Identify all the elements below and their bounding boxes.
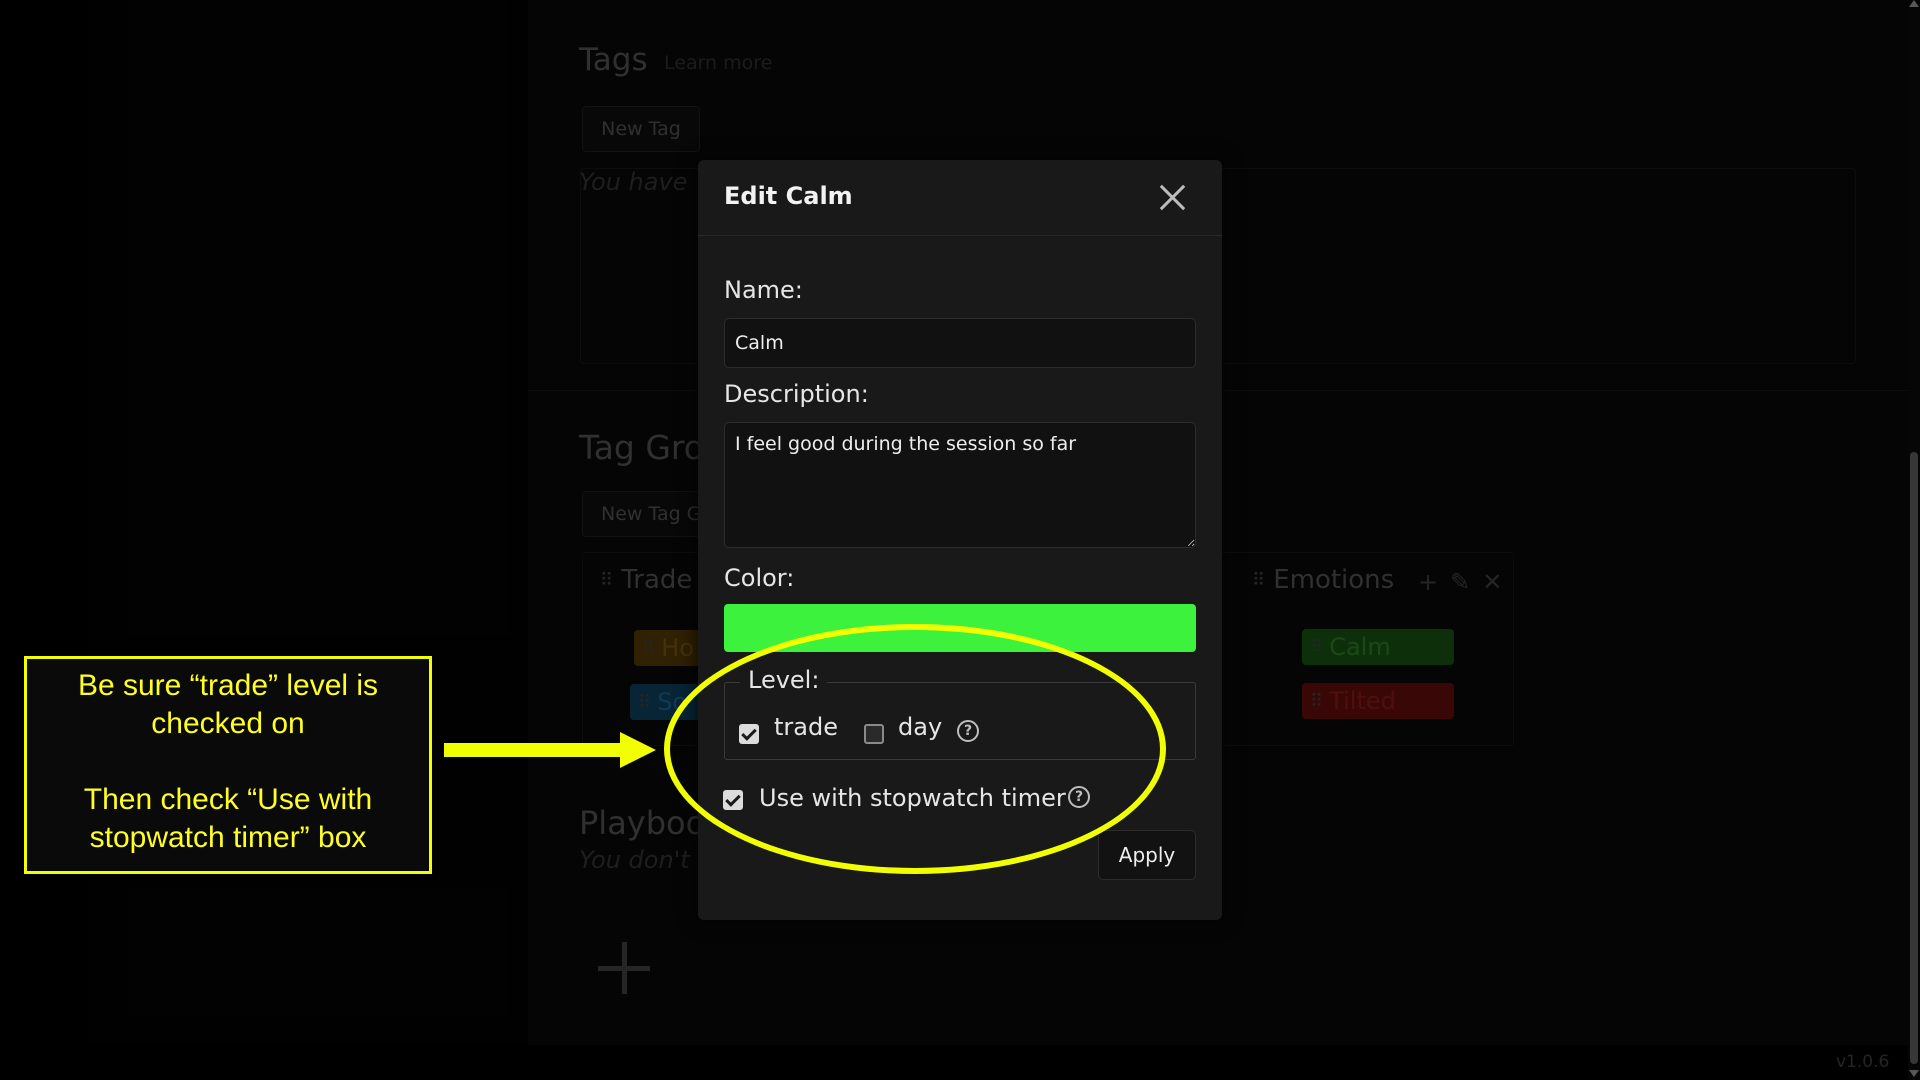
description-textarea[interactable]: I feel good during the session so far — [724, 422, 1196, 548]
apply-button[interactable]: Apply — [1098, 830, 1196, 880]
modal-header: Edit Calm — [698, 160, 1222, 236]
modal-title: Edit Calm — [724, 182, 853, 210]
name-input[interactable] — [724, 318, 1196, 368]
annotation-arrow-icon — [444, 732, 656, 768]
close-icon[interactable] — [1156, 180, 1190, 214]
name-label: Name: — [724, 276, 803, 304]
annotation-callout: Be sure “trade” level is checked on Then… — [24, 656, 432, 874]
color-label: Color: — [724, 564, 795, 592]
annotation-line-1: Be sure “trade” level is checked on — [77, 669, 379, 740]
description-label: Description: — [724, 380, 869, 408]
annotation-highlight-ellipse — [664, 624, 1166, 874]
annotation-line-2: Then check “Use with stopwatch timer” bo… — [83, 783, 373, 854]
